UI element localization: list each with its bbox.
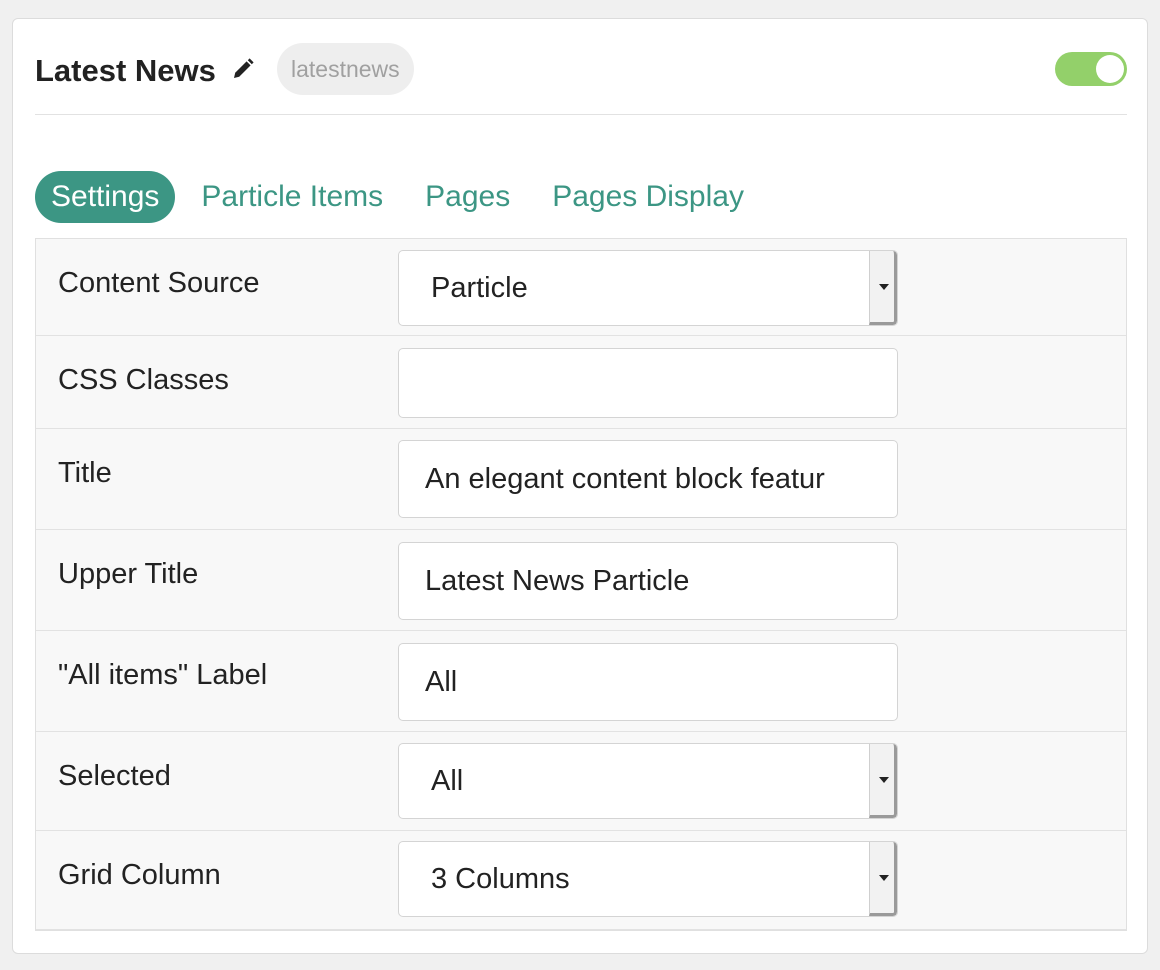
selected-label: Selected: [58, 760, 171, 792]
selected-value: All: [431, 764, 464, 797]
card-header: Latest News latestnews: [35, 43, 1127, 115]
content-source-select[interactable]: Particle: [398, 250, 898, 326]
row-selected: Selected All: [36, 732, 1126, 831]
tab-particle-items[interactable]: Particle Items: [185, 171, 399, 223]
row-all-items-label: "All items" Label: [36, 631, 1126, 732]
content-source-value: Particle: [431, 271, 528, 304]
upper-title-label: Upper Title: [58, 558, 199, 590]
grid-column-value: 3 Columns: [431, 862, 570, 895]
row-upper-title: Upper Title: [36, 530, 1126, 631]
settings-form: Content Source Particle CSS Classes Titl…: [35, 238, 1127, 931]
upper-title-input[interactable]: [398, 542, 898, 620]
tab-bar: Settings Particle Items Pages Pages Disp…: [35, 171, 770, 223]
chevron-down-icon: [869, 251, 897, 325]
selected-select[interactable]: All: [398, 743, 898, 819]
title-label: Title: [58, 457, 112, 489]
toggle-knob: [1096, 55, 1124, 83]
row-grid-column: Grid Column 3 Columns: [36, 831, 1126, 930]
chevron-down-icon: [869, 842, 897, 916]
row-content-source: Content Source Particle: [36, 239, 1126, 336]
particle-slug-badge: latestnews: [277, 43, 414, 95]
particle-title: Latest News: [35, 53, 216, 88]
css-classes-label: CSS Classes: [58, 364, 229, 396]
tab-pages-display[interactable]: Pages Display: [536, 171, 760, 223]
pencil-icon[interactable]: [231, 57, 255, 81]
enabled-toggle[interactable]: [1055, 52, 1127, 86]
tab-pages[interactable]: Pages: [409, 171, 526, 223]
all-items-label-label: "All items" Label: [58, 659, 268, 691]
row-css-classes: CSS Classes: [36, 336, 1126, 429]
css-classes-input[interactable]: [398, 348, 898, 418]
title-input[interactable]: [398, 440, 898, 518]
chevron-down-icon: [869, 744, 897, 818]
particle-settings-card: Latest News latestnews Settings Particle…: [12, 18, 1148, 954]
grid-column-select[interactable]: 3 Columns: [398, 841, 898, 917]
grid-column-label: Grid Column: [58, 859, 221, 891]
tab-settings[interactable]: Settings: [35, 171, 176, 223]
content-source-label: Content Source: [58, 267, 260, 299]
all-items-label-input[interactable]: [398, 643, 898, 721]
row-title: Title: [36, 429, 1126, 530]
